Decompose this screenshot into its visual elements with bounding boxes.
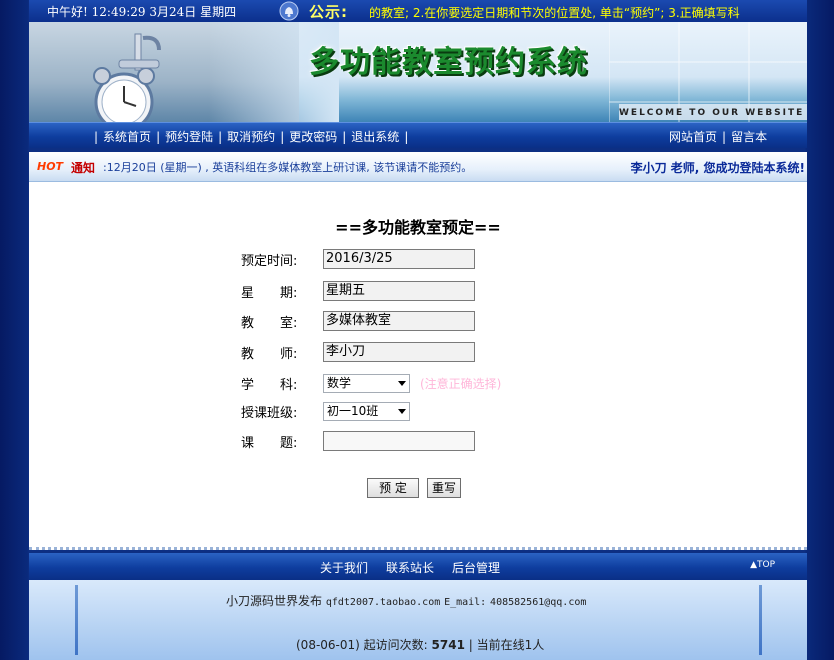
row-teacher: 教 师: 李小刀: [241, 341, 475, 363]
class-label: 授课班级:: [241, 405, 298, 421]
teacher-label: 教 师:: [241, 346, 298, 362]
nav-cancel-reservation[interactable]: 取消预约: [227, 128, 275, 145]
nav-home[interactable]: 系统首页: [103, 128, 151, 145]
subject-label: 学 科:: [241, 377, 298, 393]
nav-separator: |: [722, 129, 727, 144]
footer-decoration-left: [75, 585, 78, 655]
header-banner: 多功能教室预约系统 WELCOME TO OUR WEBSITE: [29, 22, 807, 122]
nav-separator: |: [94, 129, 99, 144]
reservation-panel: ==多功能教室预定== 预定时间: 2016/3/25 星 期: 星期五 教 室…: [29, 182, 807, 550]
nav-separator: |: [404, 129, 409, 144]
nav-guestbook[interactable]: 留言本: [731, 128, 767, 145]
footer-link-admin[interactable]: 后台管理: [452, 559, 500, 576]
announcement-label: 公示:: [309, 3, 348, 21]
topic-field[interactable]: [323, 431, 475, 451]
chevron-down-icon: [398, 408, 406, 414]
hot-badge: HOT: [37, 160, 64, 173]
nav-website-home[interactable]: 网站首页: [669, 128, 717, 145]
row-topic: 课 题:: [241, 430, 475, 452]
page-title: ==多功能教室预定==: [335, 218, 501, 237]
back-to-top-link[interactable]: ▲TOP: [750, 560, 775, 570]
topic-label: 课 题:: [241, 435, 298, 451]
nav-change-password[interactable]: 更改密码: [289, 128, 337, 145]
site-nav-links: 网站首页 | 留言本: [669, 128, 767, 145]
online-count: | 当前在线1人: [468, 638, 545, 652]
date-field[interactable]: 2016/3/25: [323, 249, 475, 269]
row-subject: 学 科: 数学 (注意正确选择): [241, 372, 501, 394]
nav-separator: |: [280, 129, 285, 144]
nav-separator: |: [156, 129, 161, 144]
visit-count-label: (08-06-01) 起访问次数:: [296, 638, 428, 652]
nav-separator: |: [218, 129, 223, 144]
top-strip: 中午好! 12:49:29 3月24日 星期四 公示: 的教室; 2.在你要选定…: [29, 0, 807, 22]
footer-email-label: E_mail:: [444, 597, 487, 608]
footer-decoration-right: [759, 585, 762, 655]
faucet-icon: [118, 33, 161, 71]
class-select[interactable]: 初一10班: [323, 401, 410, 421]
nav-separator: |: [342, 129, 347, 144]
date-label: 预定时间:: [241, 253, 298, 269]
class-select-value: 初一10班: [327, 403, 379, 418]
nav-logout[interactable]: 退出系统: [351, 128, 399, 145]
reserve-button[interactable]: 预 定: [367, 478, 419, 498]
footer-email: 408582561@qq.com: [490, 597, 587, 608]
subject-select-value: 数学: [327, 375, 352, 390]
footer-nav-links: 关于我们 联系站长 后台管理: [320, 559, 518, 576]
notice-label: 通知: [71, 161, 96, 175]
footer-link-about[interactable]: 关于我们: [320, 559, 368, 576]
subject-hint: (注意正确选择): [420, 376, 502, 391]
greeting-clock: 中午好! 12:49:29 3月24日 星期四: [47, 5, 237, 19]
page: 中午好! 12:49:29 3月24日 星期四 公示: 的教室; 2.在你要选定…: [0, 0, 834, 660]
system-title: 多功能教室预约系统: [309, 45, 588, 80]
announcement-marquee: 的教室; 2.在你要选定日期和节次的位置处, 单击“预约”; 3.正确填写科: [369, 6, 740, 20]
footer-credits: 小刀源码世界发布 qfdt2007.taobao.com E_mail: 408…: [226, 592, 586, 609]
welcome-tagline: WELCOME TO OUR WEBSITE: [619, 108, 805, 118]
footer-stats: (08-06-01) 起访问次数: 5741 | 当前在线1人: [296, 636, 544, 653]
footer-link-contact[interactable]: 联系站长: [386, 559, 434, 576]
row-room: 教 室: 多媒体教室: [241, 310, 475, 332]
weekday-label: 星 期:: [241, 285, 298, 301]
chevron-down-icon: [398, 380, 406, 386]
row-date: 预定时间: 2016/3/25: [241, 248, 475, 270]
room-field[interactable]: 多媒体教室: [323, 311, 475, 331]
weekday-field[interactable]: 星期五: [323, 281, 475, 301]
main-nav-links: | 系统首页 | 预约登陆 | 取消预约 | 更改密码 | 退出系统 |: [89, 128, 413, 145]
reset-button[interactable]: 重写: [427, 478, 461, 498]
footer: 小刀源码世界发布 qfdt2007.taobao.com E_mail: 408…: [29, 580, 807, 660]
main-nav: | 系统首页 | 预约登陆 | 取消预约 | 更改密码 | 退出系统 | 网站首…: [29, 122, 807, 148]
room-label: 教 室:: [241, 315, 298, 331]
row-class: 授课班级: 初一10班: [241, 400, 410, 422]
logged-in-user-message: 李小刀 老师, 您成功登陆本系统!: [630, 161, 805, 175]
row-weekday: 星 期: 星期五: [241, 280, 475, 302]
bell-icon: [279, 1, 299, 21]
footer-site: qfdt2007.taobao.com: [325, 597, 441, 608]
visit-count: 5741: [431, 638, 465, 652]
banner-grid-decoration: [609, 22, 807, 122]
nav-reserve-login[interactable]: 预约登陆: [165, 128, 213, 145]
notice-text: :12月20日 (星期一) , 英语科组在多媒体教室上研讨课, 该节课请不能预约…: [103, 161, 473, 174]
notice-bar: HOT 通知 :12月20日 (星期一) , 英语科组在多媒体教室上研讨课, 该…: [29, 152, 807, 182]
footer-publisher: 小刀源码世界发布: [226, 594, 323, 608]
subject-select[interactable]: 数学: [323, 373, 410, 393]
teacher-field[interactable]: 李小刀: [323, 342, 475, 362]
footer-nav: 关于我们 联系站长 后台管理 ▲TOP: [29, 553, 807, 580]
